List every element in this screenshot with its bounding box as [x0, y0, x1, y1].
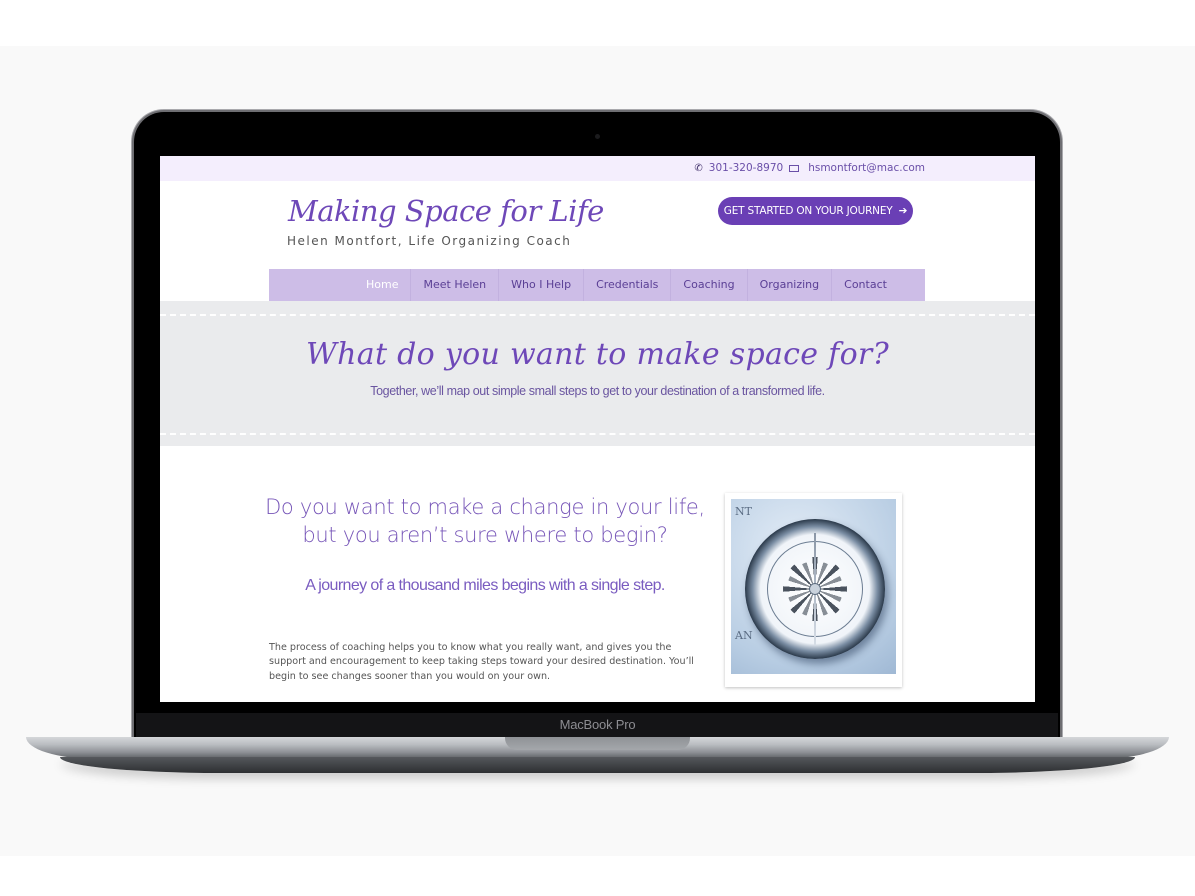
map-label: NT	[735, 505, 752, 518]
map-label: AN	[735, 629, 753, 642]
compass-hub	[809, 583, 821, 595]
compass-icon	[745, 519, 885, 659]
site-logo-subtitle: Helen Montfort, Life Organizing Coach	[287, 234, 572, 248]
device-label: MacBook Pro	[559, 717, 636, 732]
compass-photo: NT AN	[731, 499, 896, 674]
phone-link[interactable]: 301-320-8970	[709, 162, 783, 174]
get-started-label: GET STARTED ON YOUR JOURNEY	[723, 205, 893, 217]
get-started-button[interactable]: GET STARTED ON YOUR JOURNEY ➔	[718, 197, 913, 225]
laptop-lid-notch	[505, 737, 690, 750]
dashed-divider-bottom	[160, 433, 1035, 435]
arrow-right-icon: ➔	[898, 205, 908, 217]
laptop-base-lip	[60, 757, 1135, 773]
intro-paragraph: The process of coaching helps you to kno…	[269, 642, 694, 682]
envelope-icon	[789, 164, 800, 172]
intro-quote: A journey of a thousand miles begins wit…	[305, 577, 665, 594]
nav-item-meet-helen[interactable]: Meet Helen	[411, 269, 500, 301]
compass-photo-frame: NT AN	[725, 493, 902, 687]
phone-icon: ✆	[694, 162, 703, 174]
webcam-icon	[595, 134, 600, 139]
intro-question: Do you want to make a change in your lif…	[265, 495, 705, 547]
nav-item-coaching[interactable]: Coaching	[671, 269, 748, 301]
email-link[interactable]: hsmontfort@mac.com	[808, 162, 925, 174]
nav-item-contact[interactable]: Contact	[832, 269, 899, 301]
nav-item-home[interactable]: Home	[354, 269, 412, 301]
dashed-divider-top	[160, 314, 1035, 316]
nav-item-credentials[interactable]: Credentials	[584, 269, 672, 301]
nav-item-organizing[interactable]: Organizing	[748, 269, 833, 301]
contact-topbar: ✆ 301-320-8970 hsmontfort@mac.com	[160, 156, 1035, 181]
contact-info: ✆ 301-320-8970 hsmontfort@mac.com	[694, 162, 925, 174]
nav-item-who-i-help[interactable]: Who I Help	[499, 269, 585, 301]
main-nav: Home Meet Helen Who I Help Credentials C…	[269, 269, 925, 301]
laptop-screen: ✆ 301-320-8970 hsmontfort@mac.com Making…	[160, 156, 1035, 702]
hero-subtitle: Together, we’ll map out simple small ste…	[370, 384, 825, 398]
hero-banner: What do you want to make space for? Toge…	[160, 301, 1035, 446]
hero-title: What do you want to make space for?	[306, 337, 889, 372]
site-logo-title[interactable]: Making Space for Life	[288, 194, 604, 228]
